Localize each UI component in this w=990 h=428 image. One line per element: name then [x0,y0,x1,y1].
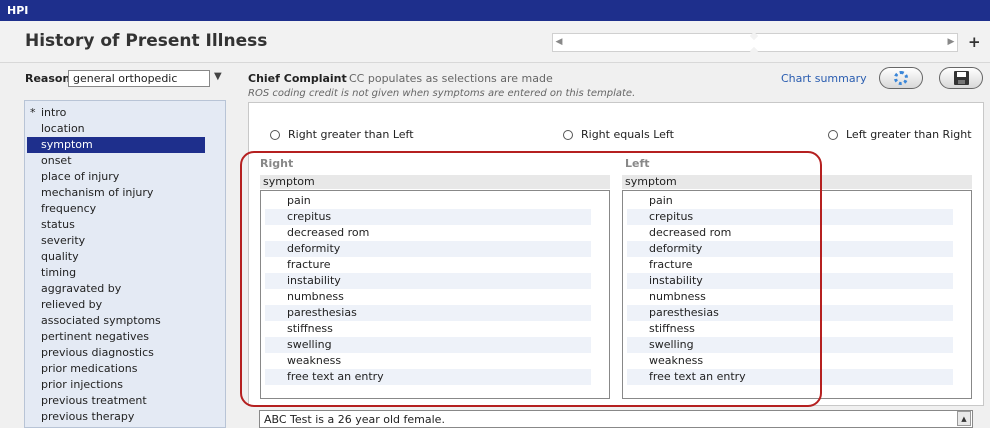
ros-note: ROS coding credit is not given when symp… [248,88,636,99]
radio-label: Right greater than Left [288,128,414,141]
sidebar-item-label: pertinent negatives [41,330,150,343]
radio-circle[interactable] [828,129,838,140]
radio-circle[interactable] [270,129,280,140]
sidebar-item-status[interactable]: status [25,217,225,233]
sidebar-item-pertinent-negatives[interactable]: pertinent negatives [25,329,225,345]
sidebar-item-intro[interactable]: * intro [25,105,225,121]
nav-notch-top [749,31,759,41]
page-title: History of Present Illness [25,31,268,51]
sidebar-item-label: symptom [41,138,93,151]
radio-equal[interactable]: Right equals Left [563,128,674,141]
nav-notch-bottom [749,46,759,56]
sidebar-item-previous-therapy[interactable]: previous therapy [25,409,225,425]
sidebar-item-label: previous treatment [41,394,147,407]
sidebar-item-label: quality [41,250,79,263]
sidebar-list: * intro location symptom onset place of injur… [25,105,225,425]
reason-select[interactable]: general orthopedic [68,70,210,87]
sidebar-item-label: prior injections [41,378,124,391]
sidebar-item-label: severity [41,234,86,247]
sidebar-item-label: timing [41,266,77,279]
add-icon[interactable]: + [968,33,981,51]
scroll-up-icon[interactable]: ▲ [957,411,971,426]
radio-circle[interactable] [563,129,573,140]
sidebar-item-label: location [41,122,85,135]
sidebar-item-label: place of injury [41,170,120,183]
sidebar-item-label: aggravated by [41,282,122,295]
sidebar-item-label: previous therapy [41,410,135,423]
sidebar-item-location[interactable]: location [25,121,225,137]
note-textbox[interactable]: ABC Test is a 26 year old female. [259,410,973,428]
sidebar-item-quality[interactable]: quality [25,249,225,265]
sidebar-item-previous-treatment[interactable]: previous treatment [25,393,225,409]
sidebar: * intro location symptom onset place of injur… [24,100,226,428]
sidebar-item-relieved-by[interactable]: relieved by [25,297,225,313]
floppy-icon [954,71,969,85]
radio-right-greater[interactable]: Right greater than Left [270,128,414,141]
required-star-icon: * [30,106,36,119]
sidebar-item-aggravated-by[interactable]: aggravated by [25,281,225,297]
sidebar-item-label: intro [41,106,67,119]
chart-summary-link[interactable]: Chart summary [781,72,867,85]
chief-complaint-hint: CC populates as selections are made [349,72,553,85]
sidebar-item-severity[interactable]: severity [25,233,225,249]
sidebar-item-label: status [41,218,75,231]
sidebar-item-frequency[interactable]: frequency [25,201,225,217]
sidebar-item-label: mechanism of injury [41,186,154,199]
sidebar-item-symptom[interactable]: symptom [27,137,205,153]
sidebar-item-timing[interactable]: timing [25,265,225,281]
radio-label: Right equals Left [581,128,674,141]
sidebar-item-place-of-injury[interactable]: place of injury [25,169,225,185]
highlight-outline [240,151,822,407]
sidebar-item-previous-diagnostics[interactable]: previous diagnostics [25,345,225,361]
sidebar-item-mechanism-of-injury[interactable]: mechanism of injury [25,185,225,201]
sidebar-item-prior-injections[interactable]: prior injections [25,377,225,393]
nav-strip[interactable]: ◀ ▶ [552,31,958,56]
refresh-button[interactable] [879,67,923,89]
chevron-down-icon[interactable]: ▼ [214,71,222,82]
save-button[interactable] [939,67,983,89]
radio-left-greater[interactable]: Left greater than Right [828,128,972,141]
chevron-left-icon[interactable]: ◀ [553,34,565,51]
sidebar-item-label: frequency [41,202,97,215]
sidebar-item-label: relieved by [41,298,103,311]
header: History of Present Illness ◀ ▶ + [0,21,990,63]
sidebar-item-label: associated symptoms [41,314,161,327]
chevron-right-icon[interactable]: ▶ [945,34,957,51]
radio-label: Left greater than Right [846,128,972,141]
sidebar-item-label: prior medications [41,362,138,375]
window-title: HPI [0,0,990,21]
sidebar-item-onset[interactable]: onset [25,153,225,169]
spinner-icon [894,71,908,85]
sidebar-item-associated-symptoms[interactable]: associated symptoms [25,313,225,329]
sidebar-item-label: previous diagnostics [41,346,154,359]
sidebar-item-label: onset [41,154,72,167]
chief-complaint-label: Chief Complaint [248,72,347,85]
sidebar-item-prior-medications[interactable]: prior medications [25,361,225,377]
